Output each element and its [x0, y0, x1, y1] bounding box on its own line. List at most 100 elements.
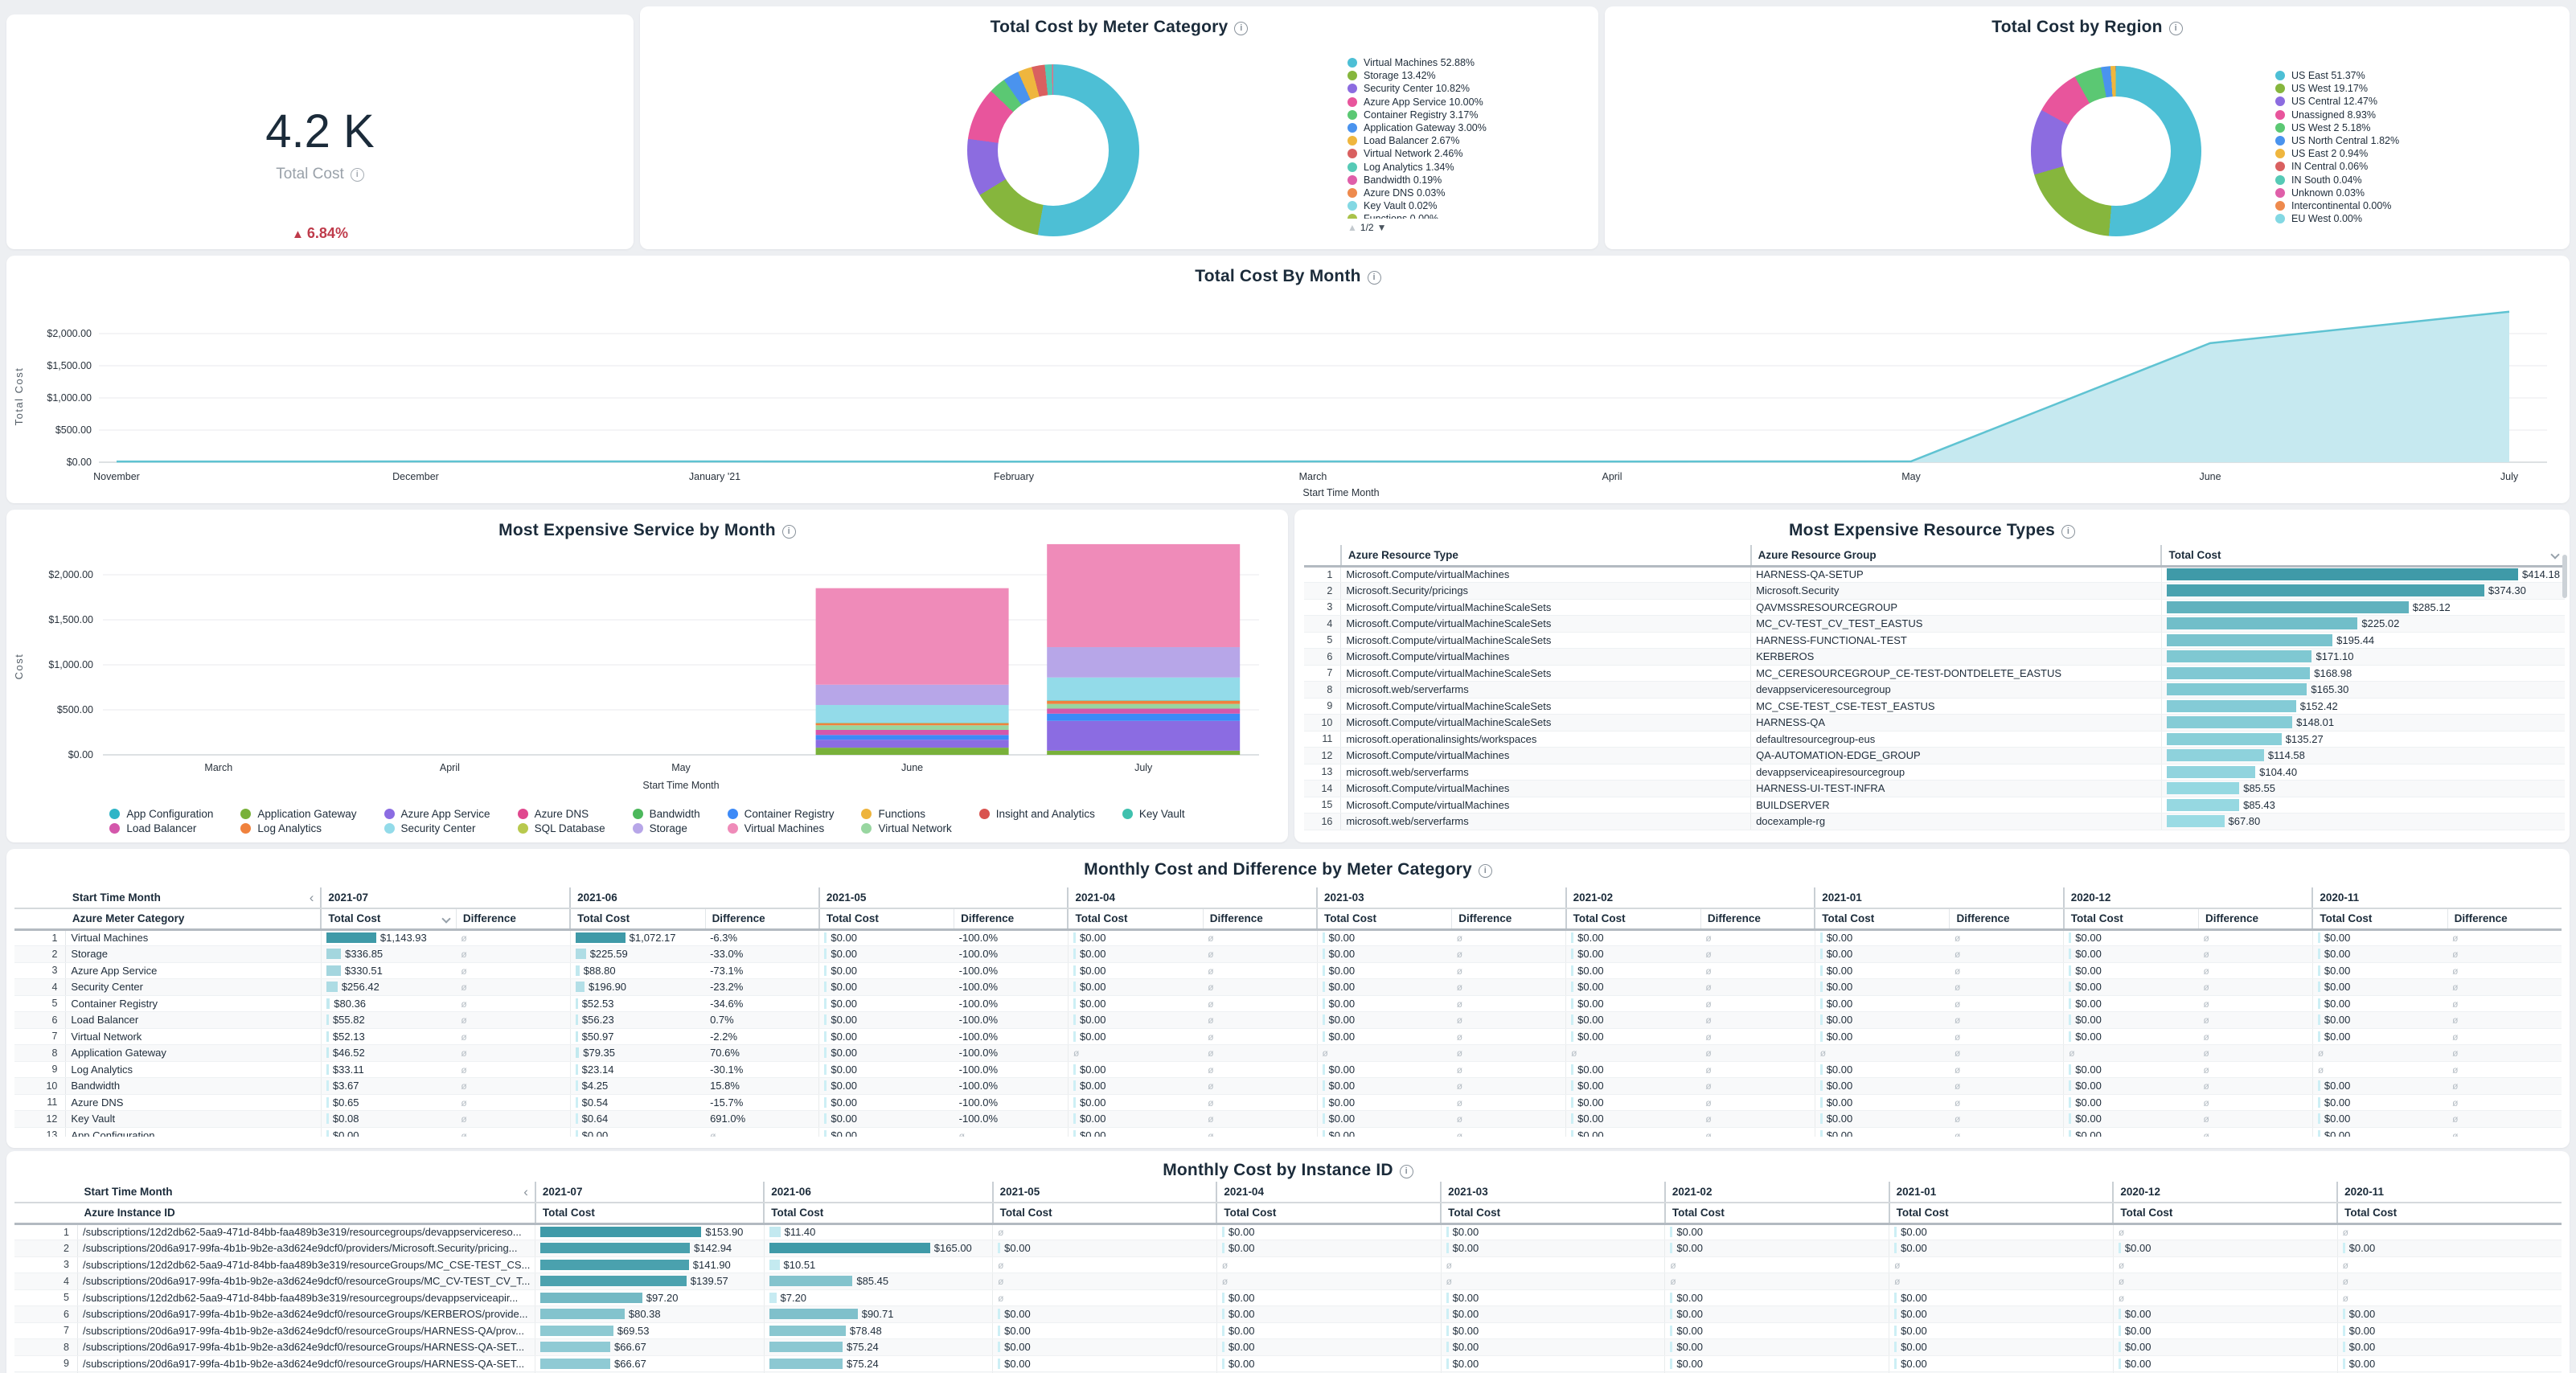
total-cost-cell[interactable]: $90.71	[764, 1306, 992, 1323]
info-icon[interactable]: i	[1368, 271, 1381, 285]
total-cost-cell[interactable]: $196.90	[570, 979, 705, 996]
table-row[interactable]: 1/subscriptions/12d2db62-5aa9-471d-84bb-…	[14, 1223, 2562, 1240]
total-cost-cell[interactable]: $0.00	[993, 1355, 1217, 1372]
difference-cell[interactable]: ø	[1950, 1045, 2064, 1062]
difference-cell[interactable]: ø	[2447, 995, 2562, 1012]
total-cost-cell[interactable]: $139.57	[535, 1273, 764, 1290]
total-cost-cell[interactable]: $0.00	[819, 1078, 954, 1095]
total-cost-cell[interactable]: $0.00	[2064, 1061, 2199, 1078]
table-row[interactable]: 2Microsoft.Security/pricingsMicrosoft.Se…	[1304, 583, 2565, 600]
table-row[interactable]: 2Storage$336.85ø$225.59-33.0%$0.00-100.0…	[14, 946, 2562, 963]
difference-cell[interactable]: 70.6%	[705, 1045, 819, 1062]
difference-cell[interactable]: ø	[456, 962, 570, 979]
total-cost-cell[interactable]: $0.00	[2113, 1240, 2337, 1257]
chevron-down-icon[interactable]	[2550, 551, 2559, 559]
resource-group-cell[interactable]: MC_CERESOURCEGROUP_CE-TEST-DONTDELETE_EA…	[1751, 665, 2162, 682]
total-cost-cell[interactable]: $0.00	[1068, 946, 1203, 963]
total-cost-cell[interactable]: $0.00	[1815, 962, 1950, 979]
table-row[interactable]: 9/subscriptions/20d6a917-99fa-4b1b-9b2e-…	[14, 1355, 2562, 1372]
table-row[interactable]: 8microsoft.web/serverfarmsdevappservicer…	[1304, 682, 2565, 699]
difference-cell[interactable]: ø	[456, 1045, 570, 1062]
instance-id-cell[interactable]: /subscriptions/20d6a917-99fa-4b1b-9b2e-a…	[77, 1273, 535, 1290]
difference-cell[interactable]: ø	[1700, 1127, 1815, 1137]
difference-cell[interactable]: ø	[1700, 929, 1815, 946]
difference-cell[interactable]: ø	[1452, 1028, 1566, 1045]
col-header-difference[interactable]: Difference	[705, 908, 819, 929]
table-row[interactable]: 1Virtual Machines$1,143.93ø$1,072.17-6.3…	[14, 929, 2562, 946]
table-row[interactable]: 12Key Vault$0.08ø$0.64691.0%$0.00-100.0%…	[14, 1111, 2562, 1128]
difference-cell[interactable]: ø	[1452, 1111, 1566, 1128]
legend-item[interactable]: Load Balancer 2.67%	[1347, 134, 1589, 147]
legend-item[interactable]: IN Central 0.06%	[2275, 160, 2541, 173]
difference-cell[interactable]: -23.2%	[705, 979, 819, 996]
difference-cell[interactable]: 0.7%	[705, 1012, 819, 1029]
difference-cell[interactable]: ø	[2447, 1012, 2562, 1029]
legend-item[interactable]: Log Analytics 1.34%	[1347, 161, 1589, 174]
legend-item[interactable]: Load Balancer	[109, 822, 213, 834]
difference-cell[interactable]: ø	[2447, 1028, 2562, 1045]
legend-item[interactable]: Virtual Machines	[728, 822, 835, 834]
total-cost-cell[interactable]: $0.00	[2064, 1111, 2199, 1128]
total-cost-cell[interactable]: $0.00	[1815, 1078, 1950, 1095]
difference-cell[interactable]: -100.0%	[954, 1012, 1069, 1029]
total-cost-cell[interactable]: $0.00	[1566, 979, 1701, 996]
total-cost-cell[interactable]: $0.00	[2312, 1078, 2447, 1095]
total-cost-cell[interactable]: $0.00	[1566, 1111, 1701, 1128]
difference-cell[interactable]: -6.3%	[705, 929, 819, 946]
table-row[interactable]: 7/subscriptions/20d6a917-99fa-4b1b-9b2e-…	[14, 1322, 2562, 1339]
total-cost-cell[interactable]: $52.13	[321, 1028, 456, 1045]
difference-cell[interactable]: -100.0%	[954, 1094, 1069, 1111]
legend-item[interactable]: Bandwidth 0.19%	[1347, 174, 1589, 186]
total-cost-cell[interactable]: $0.00	[2064, 995, 2199, 1012]
category-cell[interactable]: App Configuration	[66, 1127, 322, 1137]
legend-item[interactable]: IN South 0.04%	[2275, 174, 2541, 186]
total-cost-cell[interactable]: $0.00	[1216, 1289, 1441, 1306]
col-header-resource-type[interactable]: Azure Resource Type	[1341, 545, 1751, 566]
total-cost-cell[interactable]: $50.97	[570, 1028, 705, 1045]
difference-cell[interactable]: ø	[456, 1111, 570, 1128]
total-cost-cell[interactable]: $52.53	[570, 995, 705, 1012]
legend-item[interactable]: Azure App Service	[384, 808, 490, 820]
total-cost-cell[interactable]: $78.48	[764, 1322, 992, 1339]
total-cost-cell[interactable]: $0.00	[819, 1127, 954, 1137]
total-cost-cell[interactable]: $0.54	[570, 1094, 705, 1111]
legend-item[interactable]: US West 19.17%	[2275, 82, 2541, 95]
resource-type-cell[interactable]: Microsoft.Compute/virtualMachines	[1341, 748, 1751, 764]
difference-cell[interactable]: -33.0%	[705, 946, 819, 963]
total-cost-cell[interactable]: ø	[993, 1223, 1217, 1240]
resource-type-cell[interactable]: microsoft.web/serverfarms	[1341, 764, 1751, 781]
total-cost-cell[interactable]: $0.00	[2337, 1240, 2562, 1257]
difference-cell[interactable]: ø	[1452, 979, 1566, 996]
resource-type-cell[interactable]: microsoft.web/serverfarms	[1341, 682, 1751, 699]
table-row[interactable]: 9Microsoft.Compute/virtualMachineScaleSe…	[1304, 698, 2565, 715]
difference-cell[interactable]: -100.0%	[954, 1078, 1069, 1095]
difference-cell[interactable]: ø	[1203, 946, 1317, 963]
resource-group-cell[interactable]: docexample-rg	[1751, 814, 2162, 830]
total-cost-cell[interactable]: $0.00	[1815, 946, 1950, 963]
col-header-total-cost[interactable]: Total Cost	[1815, 908, 1950, 929]
difference-cell[interactable]: ø	[1950, 1111, 2064, 1128]
difference-cell[interactable]: ø	[1203, 1127, 1317, 1137]
difference-cell[interactable]: -100.0%	[954, 1045, 1069, 1062]
difference-cell[interactable]: ø	[1452, 1061, 1566, 1078]
difference-cell[interactable]: -100.0%	[954, 962, 1069, 979]
total-cost-cell[interactable]: $285.12	[2161, 599, 2565, 616]
table-row[interactable]: 3/subscriptions/12d2db62-5aa9-471d-84bb-…	[14, 1256, 2562, 1273]
total-cost-cell[interactable]: $0.00	[1815, 1012, 1950, 1029]
total-cost-cell[interactable]: $0.00	[2113, 1322, 2337, 1339]
difference-cell[interactable]: ø	[1203, 1045, 1317, 1062]
total-cost-cell[interactable]: $0.00	[1317, 1127, 1452, 1137]
total-cost-cell[interactable]: $0.00	[1216, 1339, 1441, 1356]
difference-cell[interactable]: ø	[2199, 929, 2313, 946]
total-cost-cell[interactable]: $330.51	[321, 962, 456, 979]
difference-cell[interactable]: ø	[2447, 1111, 2562, 1128]
table-row[interactable]: 4/subscriptions/20d6a917-99fa-4b1b-9b2e-…	[14, 1273, 2562, 1290]
total-cost-cell[interactable]: ø	[1665, 1273, 1889, 1290]
total-cost-cell[interactable]: $4.25	[570, 1078, 705, 1095]
total-cost-cell[interactable]: $0.00	[1566, 995, 1701, 1012]
difference-cell[interactable]: ø	[1203, 1094, 1317, 1111]
total-cost-cell[interactable]: $0.00	[1815, 979, 1950, 996]
difference-cell[interactable]: ø	[456, 1094, 570, 1111]
region-donut-chart[interactable]	[2031, 66, 2201, 236]
resource-group-cell[interactable]: HARNESS-QA-SETUP	[1751, 566, 2162, 583]
